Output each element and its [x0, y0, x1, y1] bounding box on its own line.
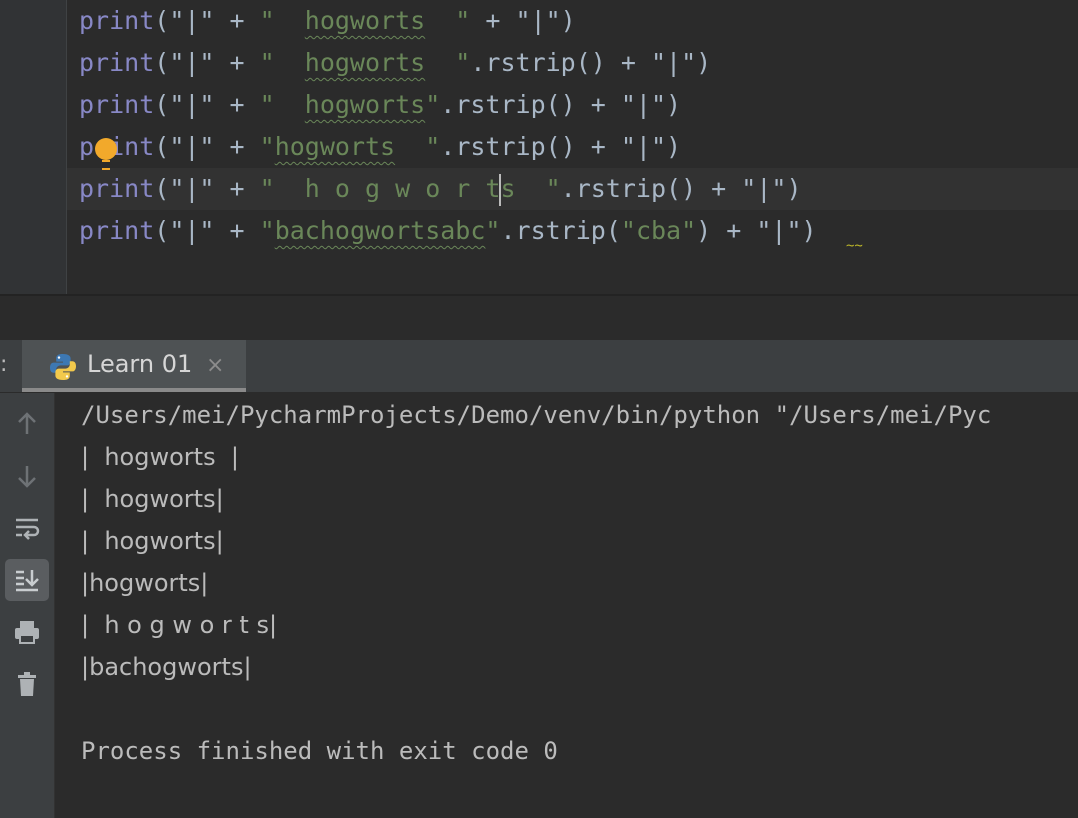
code-line-3[interactable]: print("|" + " hogworts".rstrip() + "|") [79, 84, 681, 126]
code-token: .rstrip( [500, 216, 621, 245]
typo-highlight: hogworts [274, 132, 396, 161]
print-icon[interactable] [5, 611, 49, 653]
code-token: " h o g w o r t [259, 174, 501, 203]
console-command-line: /Users/mei/PycharmProjects/Demo/venv/bin… [81, 401, 992, 429]
typo-highlight: bachogwortsabc [274, 216, 486, 245]
code-line-5[interactable]: print("|" + " h o g w o r ts ".rstrip() … [79, 168, 802, 210]
console-output-line: |hogworts| [81, 569, 209, 597]
code-token: print [79, 48, 155, 77]
code-token: s " [500, 174, 561, 203]
soft-wrap-icon[interactable] [5, 507, 49, 549]
tab-learn-01[interactable]: Learn 01 × [22, 340, 246, 392]
down-arrow-icon[interactable] [5, 455, 49, 497]
up-arrow-icon[interactable] [5, 403, 49, 445]
close-icon[interactable]: × [206, 353, 224, 378]
code-line-2[interactable]: print("|" + " hogworts ".rstrip() + "|") [79, 42, 711, 84]
trash-icon[interactable] [5, 663, 49, 705]
code-token: ("|" + [154, 174, 260, 203]
editor-gutter[interactable] [0, 0, 67, 294]
code-token: ("|" + [154, 132, 260, 161]
code-token: print [79, 90, 155, 119]
code-token: " [425, 48, 471, 77]
code-token: ("|" + [154, 90, 260, 119]
console-output-line: | hogworts| [81, 485, 224, 513]
tab-active-indicator [22, 388, 246, 392]
code-token: " [259, 90, 305, 119]
console-output-line: | hogworts| [81, 527, 224, 555]
code-token: " [425, 6, 471, 35]
code-token: print [79, 174, 155, 203]
run-toolbar [0, 393, 55, 818]
run-tabbar: : Learn 01 × [0, 340, 1078, 393]
warning-marker-icon: ~~ [846, 238, 863, 254]
code-editor[interactable]: print("|" + " hogworts " + "|") print("|… [0, 0, 1078, 296]
tab-label: Learn 01 [87, 350, 193, 378]
typo-highlight: hogworts [304, 48, 426, 77]
code-line-4[interactable]: print("|" + "hogworts ".rstrip() + "|") [79, 126, 681, 168]
console-exit-message: Process finished with exit code 0 [81, 737, 558, 765]
code-token: .rstrip() + "|") [560, 174, 802, 203]
code-token: " [259, 132, 275, 161]
code-token: print [79, 216, 155, 245]
code-token: " [425, 90, 441, 119]
lightbulb-icon[interactable] [95, 138, 117, 170]
code-token: ("|" + [154, 6, 260, 35]
code-token: " [485, 216, 501, 245]
code-token: " [259, 6, 305, 35]
console-output-line: |bachogworts| [81, 653, 252, 681]
typo-highlight: hogworts [304, 90, 426, 119]
typo-highlight: hogworts [304, 6, 426, 35]
python-icon [50, 354, 76, 380]
scroll-to-end-icon[interactable] [5, 559, 49, 601]
code-token: + "|") [470, 6, 576, 35]
code-token: " [395, 132, 441, 161]
console-output-line: | hogworts | [81, 443, 239, 471]
code-token: .rstrip() + "|") [440, 90, 682, 119]
code-token: ("|" + [154, 216, 260, 245]
code-token: .rstrip() + "|") [470, 48, 712, 77]
editor-bottom-area [0, 296, 1078, 340]
code-token: ) + "|") [696, 216, 817, 245]
code-line-1[interactable]: print("|" + " hogworts " + "|") [79, 0, 576, 42]
console-output[interactable]: /Users/mei/PycharmProjects/Demo/venv/bin… [55, 393, 1078, 818]
code-token: print [79, 6, 155, 35]
code-token: "cba" [620, 216, 697, 245]
code-token: " [259, 216, 275, 245]
code-token: " [259, 48, 305, 77]
console-output-line: | h o g w o r t s| [81, 611, 278, 639]
code-token: .rstrip() + "|") [440, 132, 682, 161]
code-line-6[interactable]: print("|" + "bachogwortsabc".rstrip("cba… [79, 210, 817, 252]
code-token: ("|" + [154, 48, 260, 77]
run-panel-title: : [0, 352, 8, 377]
